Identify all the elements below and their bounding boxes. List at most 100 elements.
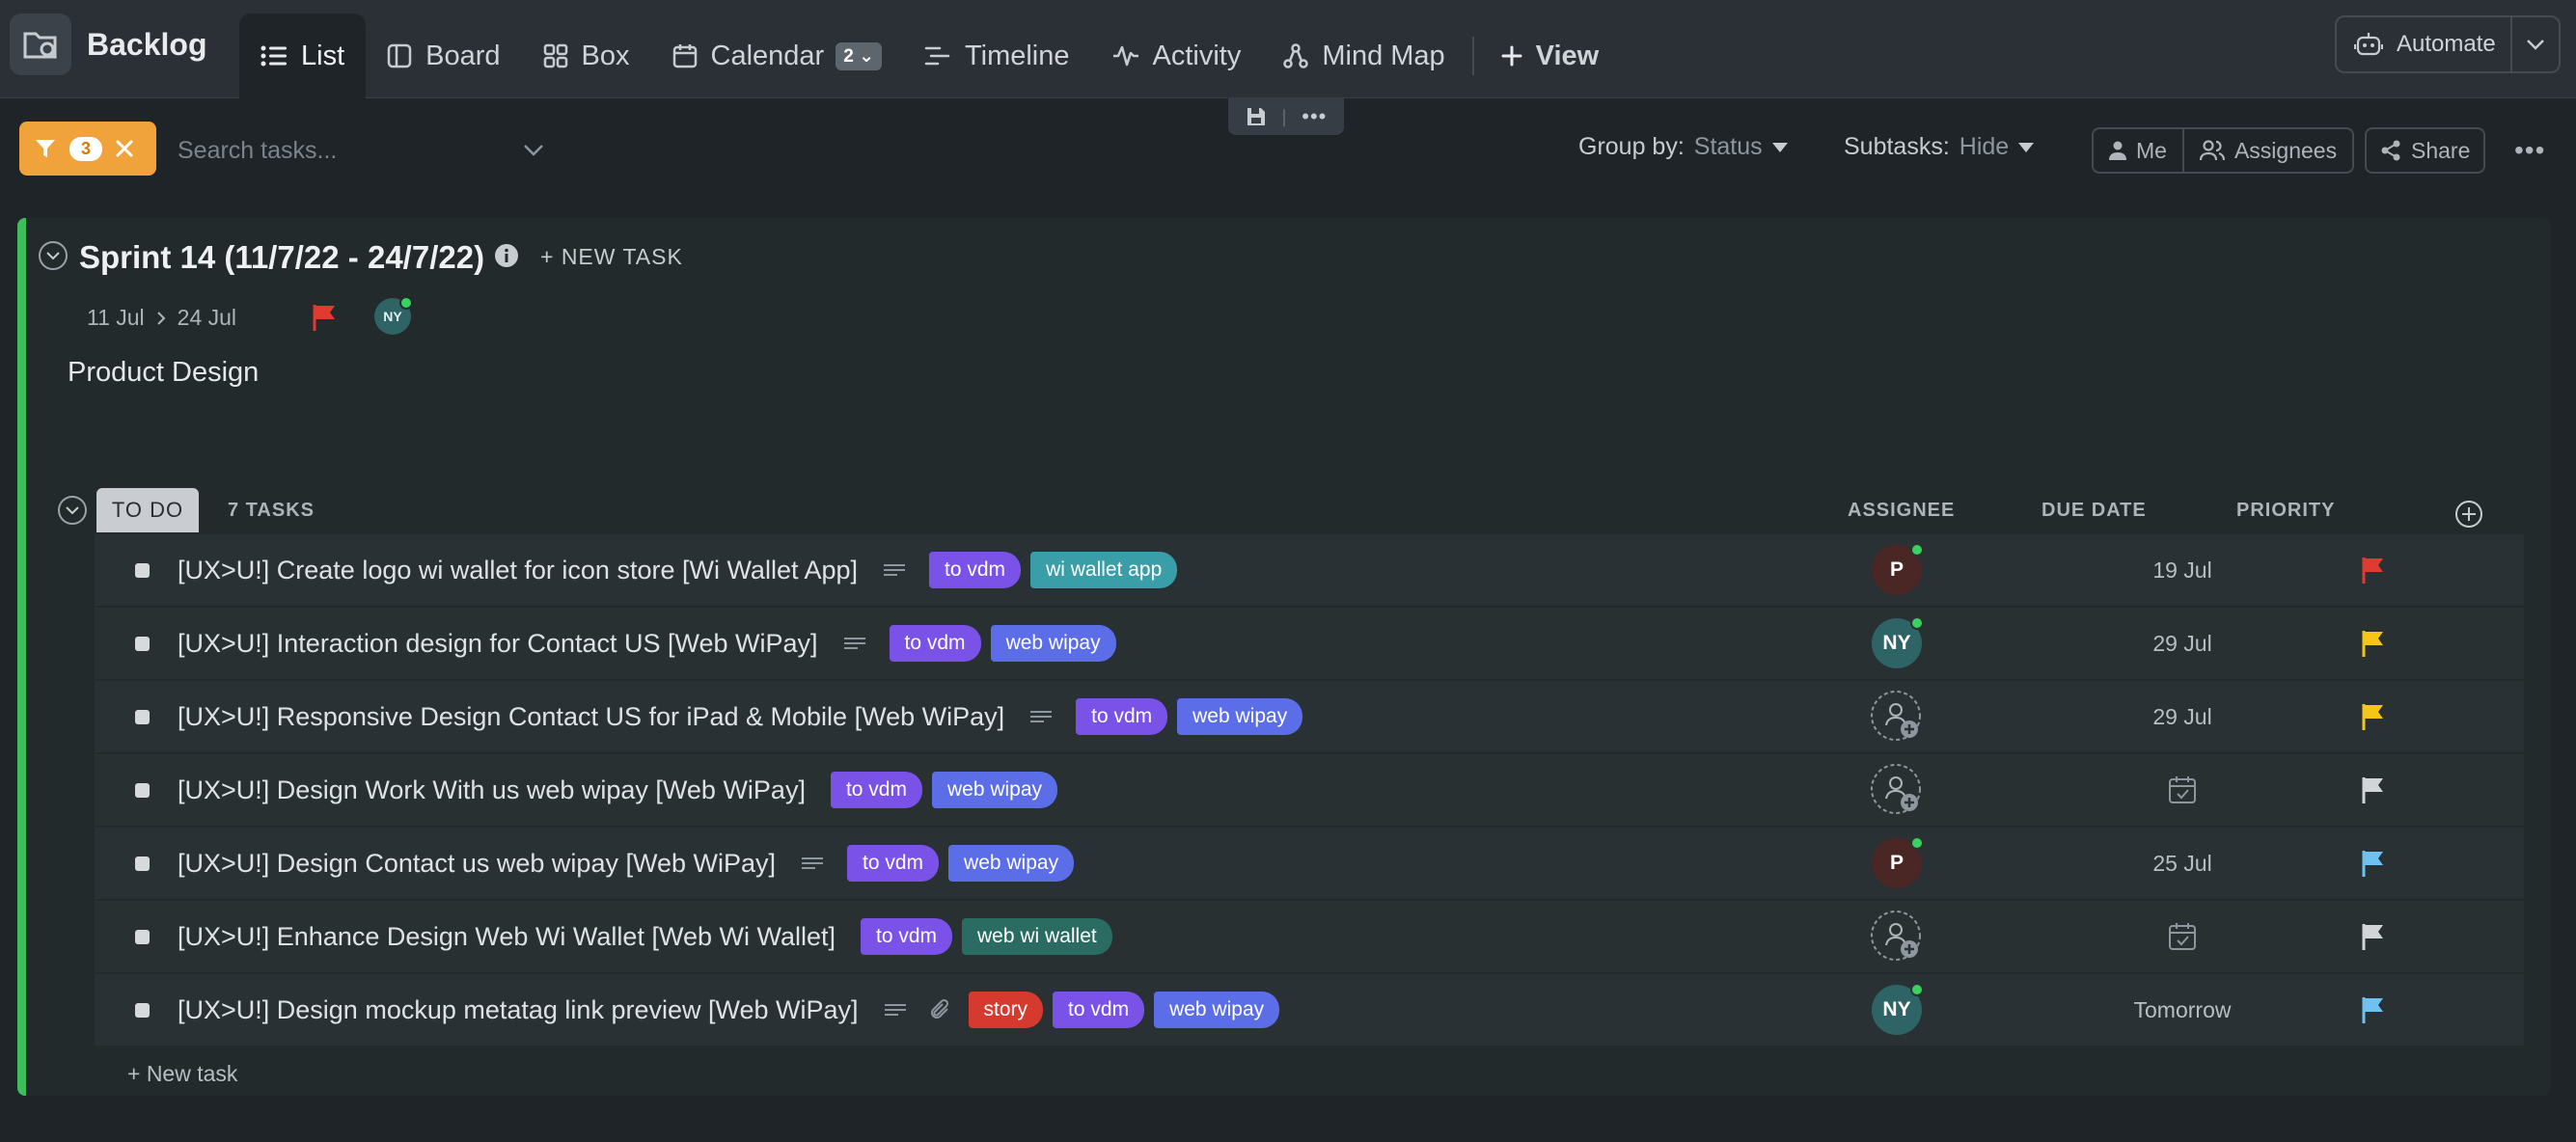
tab-list[interactable]: List (239, 14, 367, 98)
add-view-button[interactable]: View (1480, 14, 1621, 98)
avatar[interactable]: NY (1872, 983, 1924, 1035)
due-date[interactable]: 29 Jul (2086, 704, 2279, 730)
space-folder-icon[interactable] (10, 14, 71, 75)
priority-flag-icon[interactable] (2360, 922, 2385, 951)
attachment-icon[interactable] (930, 998, 951, 1021)
search-input[interactable]: Search tasks... (178, 131, 544, 170)
add-assignee-icon[interactable] (1870, 763, 1924, 817)
table-row[interactable]: [UX>U!] Interaction design for Contact U… (95, 608, 2524, 679)
automate-button[interactable]: Automate (2335, 15, 2561, 73)
table-row[interactable]: [UX>U!] Create logo wi wallet for icon s… (95, 534, 2524, 606)
sprint-dates[interactable]: 11 Jul 24 Jul (87, 305, 236, 331)
tag[interactable]: to vdm (929, 552, 1022, 588)
status-square-icon[interactable] (135, 709, 150, 724)
automate-dropdown[interactable] (2512, 39, 2559, 50)
calendar-icon[interactable] (2167, 921, 2198, 952)
task-name[interactable]: [UX>U!] Design mockup metatag link previ… (178, 995, 859, 1025)
due-date[interactable]: 25 Jul (2086, 851, 2279, 877)
info-icon[interactable] (494, 243, 519, 268)
tag[interactable]: web wipay (1154, 992, 1280, 1028)
tag[interactable]: to vdm (830, 772, 922, 808)
due-date[interactable]: Tomorrow (2086, 997, 2279, 1023)
tag[interactable]: to vdm (847, 845, 940, 882)
table-row[interactable]: [UX>U!] Design Contact us web wipay [Web… (95, 828, 2524, 899)
status-square-icon[interactable] (135, 636, 150, 651)
column-header-due-date[interactable]: DUE DATE (2042, 500, 2147, 522)
description-icon[interactable] (1029, 710, 1053, 723)
table-row[interactable]: [UX>U!] Responsive Design Contact US for… (95, 681, 2524, 752)
calendar-count-badge[interactable]: 2 ⌄ (836, 41, 882, 70)
add-assignee-icon[interactable] (1870, 690, 1924, 744)
more-options-icon[interactable]: ••• (1302, 104, 1327, 129)
tag[interactable]: web wipay (948, 845, 1075, 882)
tag[interactable]: to vdm (1053, 992, 1145, 1028)
me-button[interactable]: Me (2094, 129, 2182, 172)
tab-box[interactable]: Box (522, 14, 651, 98)
priority-flag-icon[interactable] (2360, 556, 2385, 585)
status-square-icon[interactable] (135, 929, 150, 944)
avatar[interactable]: NY (1872, 616, 1924, 668)
new-task-link[interactable]: + NEW TASK (540, 244, 683, 270)
filter-chip[interactable]: 3 (19, 122, 156, 176)
calendar-icon[interactable] (2167, 775, 2198, 805)
description-icon[interactable] (801, 856, 824, 870)
add-new-task-button[interactable]: + New task (127, 1061, 237, 1087)
avatar[interactable]: P (1872, 543, 1924, 595)
tag[interactable]: wi wallet app (1030, 552, 1178, 588)
status-square-icon[interactable] (135, 562, 150, 578)
due-date[interactable]: 19 Jul (2086, 557, 2279, 584)
due-date[interactable]: 29 Jul (2086, 631, 2279, 657)
table-row[interactable]: [UX>U!] Enhance Design Web Wi Wallet [We… (95, 901, 2524, 972)
subtasks-control[interactable]: Subtasks: Hide (1844, 133, 2035, 161)
task-name[interactable]: [UX>U!] Design Contact us web wipay [Web… (178, 849, 776, 879)
column-header-priority[interactable]: PRIORITY (2236, 500, 2335, 522)
sprint-collapse-toggle[interactable] (39, 241, 68, 270)
tag[interactable]: to vdm (889, 625, 981, 662)
priority-flag-icon[interactable] (2360, 849, 2385, 878)
tag[interactable]: web wipay (931, 772, 1058, 808)
tag[interactable]: to vdm (1076, 698, 1168, 735)
status-group-label[interactable]: TO DO (96, 488, 199, 532)
task-name[interactable]: [UX>U!] Design Work With us web wipay [W… (178, 775, 806, 805)
status-square-icon[interactable] (135, 782, 150, 798)
table-row[interactable]: [UX>U!] Design mockup metatag link previ… (95, 974, 2524, 1046)
flag-icon[interactable] (311, 303, 338, 332)
description-icon[interactable] (883, 563, 906, 577)
avatar[interactable]: NY (374, 296, 413, 335)
priority-flag-icon[interactable] (2360, 629, 2385, 658)
tag[interactable]: story (968, 992, 1044, 1028)
assignees-button[interactable]: Assignees (2181, 129, 2352, 172)
tag[interactable]: to vdm (860, 918, 953, 955)
save-icon[interactable] (1246, 106, 1267, 127)
automate-main[interactable]: Automate (2337, 31, 2510, 58)
tab-timeline[interactable]: Timeline (903, 14, 1091, 98)
status-square-icon[interactable] (135, 1002, 150, 1018)
tab-mind-map[interactable]: Mind Map (1262, 14, 1466, 98)
priority-flag-icon[interactable] (2360, 775, 2385, 804)
clear-filter-icon[interactable] (116, 140, 133, 157)
table-row[interactable]: [UX>U!] Design Work With us web wipay [W… (95, 754, 2524, 826)
share-button[interactable]: Share (2365, 127, 2486, 174)
add-assignee-icon[interactable] (1870, 910, 1924, 964)
tab-activity[interactable]: Activity (1091, 14, 1263, 98)
description-icon[interactable] (884, 1003, 907, 1017)
group-by-control[interactable]: Group by: Status (1578, 133, 1788, 161)
task-name[interactable]: [UX>U!] Enhance Design Web Wi Wallet [We… (178, 922, 836, 952)
avatar[interactable]: P (1872, 836, 1924, 888)
status-square-icon[interactable] (135, 856, 150, 871)
sprint-title[interactable]: Sprint 14 (11/7/22 - 24/7/22) (79, 239, 484, 276)
priority-flag-icon[interactable] (2360, 995, 2385, 1024)
task-name[interactable]: [UX>U!] Interaction design for Contact U… (178, 629, 818, 659)
tag[interactable]: web wipay (990, 625, 1116, 662)
tab-calendar[interactable]: Calendar 2 ⌄ (651, 14, 903, 98)
add-column-icon[interactable] (2454, 500, 2483, 529)
more-options-icon[interactable]: ••• (2514, 135, 2545, 166)
group-collapse-toggle[interactable] (58, 496, 87, 525)
task-name[interactable]: [UX>U!] Create logo wi wallet for icon s… (178, 556, 858, 585)
column-header-assignee[interactable]: ASSIGNEE (1848, 500, 1955, 522)
task-name[interactable]: [UX>U!] Responsive Design Contact US for… (178, 702, 1004, 732)
tag[interactable]: web wi wallet (962, 918, 1112, 955)
tab-board[interactable]: Board (366, 14, 521, 98)
chevron-down-icon[interactable] (523, 144, 544, 157)
description-icon[interactable] (843, 637, 866, 650)
